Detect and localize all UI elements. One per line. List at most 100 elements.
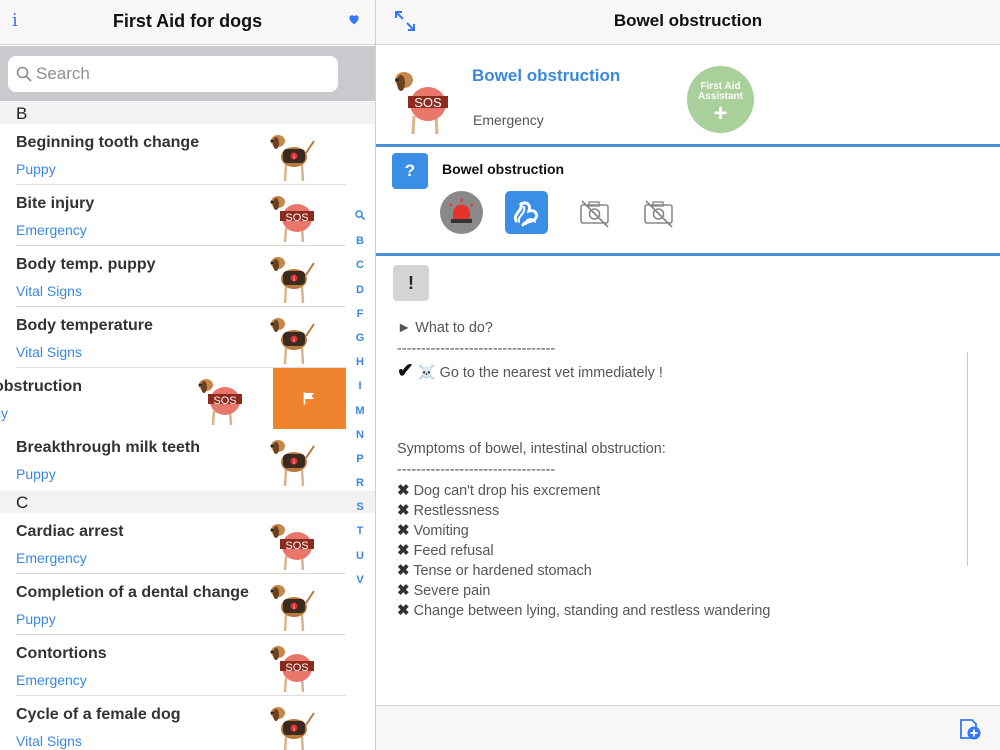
index-letter[interactable]: V: [350, 568, 370, 592]
check-icon: ✔: [397, 360, 414, 382]
symptom-item: ✖ Feed refusal: [397, 541, 494, 559]
siren-button[interactable]: [440, 191, 483, 234]
text-divider: ---------------------------------: [397, 341, 556, 357]
index-letter[interactable]: B: [350, 229, 370, 253]
symptom-item: ✖ Restlessness: [397, 501, 499, 519]
index-letter[interactable]: F: [350, 302, 370, 326]
symptom-text: Severe pain: [413, 583, 491, 599]
list-item[interactable]: Body temp. puppy Vital Signs i: [0, 246, 375, 307]
svg-text:i: i: [293, 460, 294, 466]
list-item[interactable]: Beginning tooth change Puppy i: [0, 124, 375, 185]
sos-badge-text: SOS: [213, 395, 236, 407]
dog-sos-icon: SOS: [270, 196, 314, 243]
list-item-title: Beginning tooth change: [16, 134, 200, 151]
list-item-category: Puppy: [16, 161, 56, 177]
list-item-title: Cycle of a female dog: [16, 706, 181, 723]
symptom-text: Change between lying, standing and restl…: [413, 603, 771, 619]
section-divider: [376, 144, 1000, 147]
index-letter[interactable]: G: [350, 326, 370, 350]
search-input[interactable]: [36, 62, 326, 86]
question-section: ? Bowel obstruction: [376, 148, 1000, 254]
svg-text:i: i: [293, 605, 294, 611]
cross-icon: ✖: [397, 502, 410, 519]
index-letter[interactable]: D: [350, 278, 370, 302]
dog-sos-icon: SOS: [198, 379, 242, 426]
section-index-bar[interactable]: B C D F G H I M N P R S T U V: [350, 205, 370, 592]
index-letter[interactable]: S: [350, 495, 370, 519]
text-divider: ---------------------------------: [397, 462, 556, 478]
detail-pane: Bowel obstruction SOS Bowel obstruction …: [376, 0, 1000, 750]
list-item[interactable]: Contortions Emergency SOS: [0, 635, 375, 696]
intestine-button[interactable]: [505, 191, 548, 234]
symptom-item: ✖ Tense or hardened stomach: [397, 561, 592, 579]
content-scrollbar[interactable]: [967, 352, 968, 566]
detail-nav-title: Bowel obstruction: [613, 11, 763, 30]
list-item-swiped[interactable]: obstruction cy SOS: [0, 368, 375, 429]
list-item[interactable]: Breakthrough milk teeth Puppy i: [0, 429, 375, 490]
cross-icon: ✖: [397, 602, 410, 619]
symptom-item: ✖ Vomiting: [397, 521, 469, 539]
section-divider: [376, 253, 1000, 256]
list-item-title: Breakthrough milk teeth: [16, 439, 201, 456]
list-item[interactable]: Body temperature Vital Signs i: [0, 307, 375, 368]
first-aid-assistant-button[interactable]: First Aid Assistant +: [687, 66, 754, 133]
assistant-label: First Aid Assistant: [697, 81, 743, 102]
left-navbar: i First Aid for dogs: [0, 0, 375, 45]
index-letter[interactable]: H: [350, 350, 370, 374]
photo-button-disabled[interactable]: [573, 191, 616, 234]
symptom-item: ✖ Change between lying, standing and res…: [397, 601, 770, 619]
list-item-category: cy: [0, 405, 8, 421]
action-text: ☠️ Go to the nearest vet immediately !: [417, 365, 663, 381]
symptom-text: Restlessness: [413, 503, 500, 519]
dog-info-icon: i: [270, 707, 315, 750]
flag-action-button[interactable]: [273, 368, 346, 429]
index-letter[interactable]: T: [350, 519, 370, 543]
index-letter[interactable]: R: [350, 471, 370, 495]
index-search-icon[interactable]: [350, 205, 370, 229]
index-letter[interactable]: U: [350, 544, 370, 568]
list-item[interactable]: Bite injury Emergency SOS: [0, 185, 375, 246]
search-field[interactable]: [8, 56, 338, 92]
list-item-category: Vital Signs: [16, 733, 82, 749]
list-item-title: Contortions: [16, 645, 107, 662]
index-letter[interactable]: M: [350, 399, 370, 423]
video-button-disabled[interactable]: [637, 191, 680, 234]
svg-text:i: i: [293, 277, 294, 283]
section-letter: C: [16, 493, 29, 512]
sos-badge-text: SOS: [414, 95, 442, 110]
index-letter[interactable]: C: [350, 253, 370, 277]
siren-icon: [449, 199, 474, 223]
list-item-category: Puppy: [16, 466, 56, 482]
heart-icon[interactable]: [347, 12, 361, 26]
list-item-category: Vital Signs: [16, 283, 82, 299]
list-item[interactable]: Cycle of a female dog Vital Signs i: [0, 696, 375, 750]
dog-sos-icon: SOS: [395, 72, 448, 135]
symptom-item: ✖ Dog can't drop his excrement: [397, 481, 600, 499]
dog-info-icon: i: [270, 135, 315, 182]
camera-off-icon: [580, 200, 609, 228]
symptom-item: ✖ Severe pain: [397, 581, 490, 599]
svg-text:i: i: [293, 155, 294, 161]
search-icon: [16, 66, 32, 82]
list-item[interactable]: Completion of a dental change Puppy i: [0, 574, 375, 635]
svg-text:i: i: [293, 338, 294, 344]
index-letter[interactable]: I: [350, 374, 370, 398]
flag-icon: [303, 392, 314, 405]
dog-sos-icon: SOS: [270, 524, 314, 571]
section-header-c: C: [0, 491, 375, 513]
dog-info-icon: i: [270, 440, 315, 487]
sos-badge-text: SOS: [285, 662, 308, 674]
master-pane: i First Aid for dogs B Beginning tooth c…: [0, 0, 375, 750]
index-letter[interactable]: N: [350, 423, 370, 447]
list-item-title: Body temp. puppy: [16, 256, 156, 273]
add-note-icon[interactable]: [956, 716, 982, 742]
action-line: ✔ ☠️ Go to the nearest vet immediately !: [397, 358, 663, 383]
camera-off-icon: [644, 200, 673, 228]
index-letter[interactable]: P: [350, 447, 370, 471]
intestine-icon: [513, 201, 539, 227]
symptom-text: Dog can't drop his excrement: [413, 483, 601, 499]
symptom-text: Vomiting: [413, 523, 469, 539]
question-title: Bowel obstruction: [442, 161, 565, 177]
plus-icon: +: [713, 100, 728, 127]
list-item[interactable]: Cardiac arrest Emergency SOS: [0, 513, 375, 574]
